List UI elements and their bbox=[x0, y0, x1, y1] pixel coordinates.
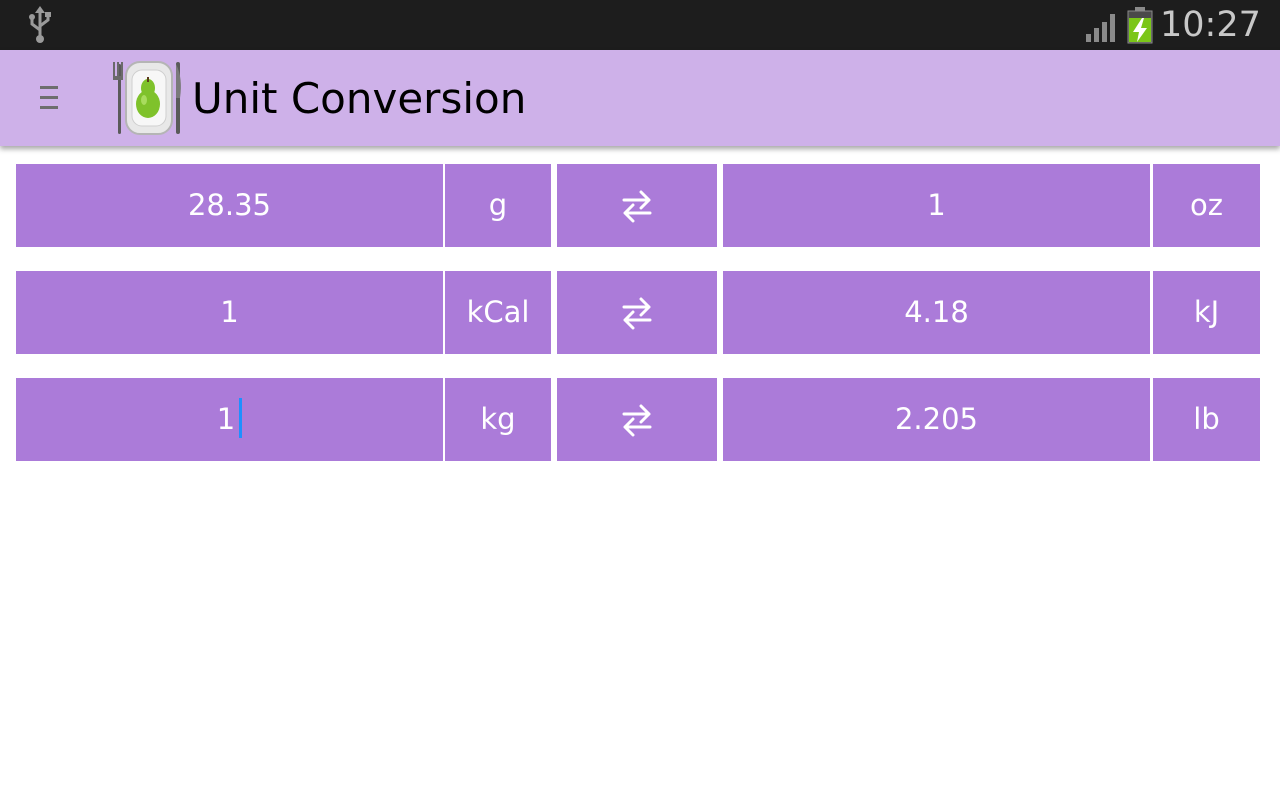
signal-icon bbox=[1086, 14, 1115, 42]
usb-icon bbox=[29, 6, 51, 43]
right-value-text: 4.18 bbox=[904, 295, 969, 329]
swap-arrows-icon bbox=[622, 297, 652, 330]
left-value-text: 1 bbox=[216, 402, 236, 436]
left-value-field[interactable]: 1 bbox=[16, 378, 443, 461]
left-unit-button[interactable]: kg bbox=[445, 378, 551, 461]
right-value-field[interactable]: 2.205 bbox=[723, 378, 1150, 461]
right-value-field[interactable]: 4.18 bbox=[723, 271, 1150, 354]
right-value-field[interactable]: 1 bbox=[723, 164, 1150, 247]
left-value-text: 1 bbox=[220, 295, 239, 329]
left-value-field[interactable]: 1 bbox=[16, 271, 443, 354]
swap-arrows-icon bbox=[622, 190, 652, 223]
page-title: Unit Conversion bbox=[192, 74, 527, 123]
left-value-text: 28.35 bbox=[187, 188, 272, 222]
status-clock: 10:27 bbox=[1160, 5, 1261, 45]
left-unit-button[interactable]: kCal bbox=[445, 271, 551, 354]
hamburger-menu-icon[interactable] bbox=[34, 82, 64, 114]
right-value-text: 1 bbox=[927, 188, 946, 222]
swap-arrows-icon bbox=[622, 404, 652, 437]
conversion-row: 1 kCal 4.18 kJ bbox=[16, 271, 1260, 354]
conversion-row: 1 kg 2.205 lb bbox=[16, 378, 1260, 461]
swap-button[interactable] bbox=[557, 164, 717, 247]
battery-charging-icon bbox=[1127, 7, 1153, 44]
right-unit-button[interactable]: lb bbox=[1153, 378, 1260, 461]
status-bar: 10:27 bbox=[0, 0, 1280, 50]
action-bar: Unit Conversion bbox=[0, 50, 1280, 146]
app-logo-icon bbox=[113, 61, 181, 135]
conversion-row: 28.35 g 1 oz bbox=[16, 164, 1260, 247]
right-unit-button[interactable]: oz bbox=[1153, 164, 1260, 247]
swap-button[interactable] bbox=[557, 271, 717, 354]
swap-button[interactable] bbox=[557, 378, 717, 461]
left-value-field[interactable]: 28.35 bbox=[16, 164, 443, 247]
right-value-text: 2.205 bbox=[894, 402, 979, 436]
left-unit-button[interactable]: g bbox=[445, 164, 551, 247]
text-cursor bbox=[239, 398, 243, 438]
right-unit-button[interactable]: kJ bbox=[1153, 271, 1260, 354]
